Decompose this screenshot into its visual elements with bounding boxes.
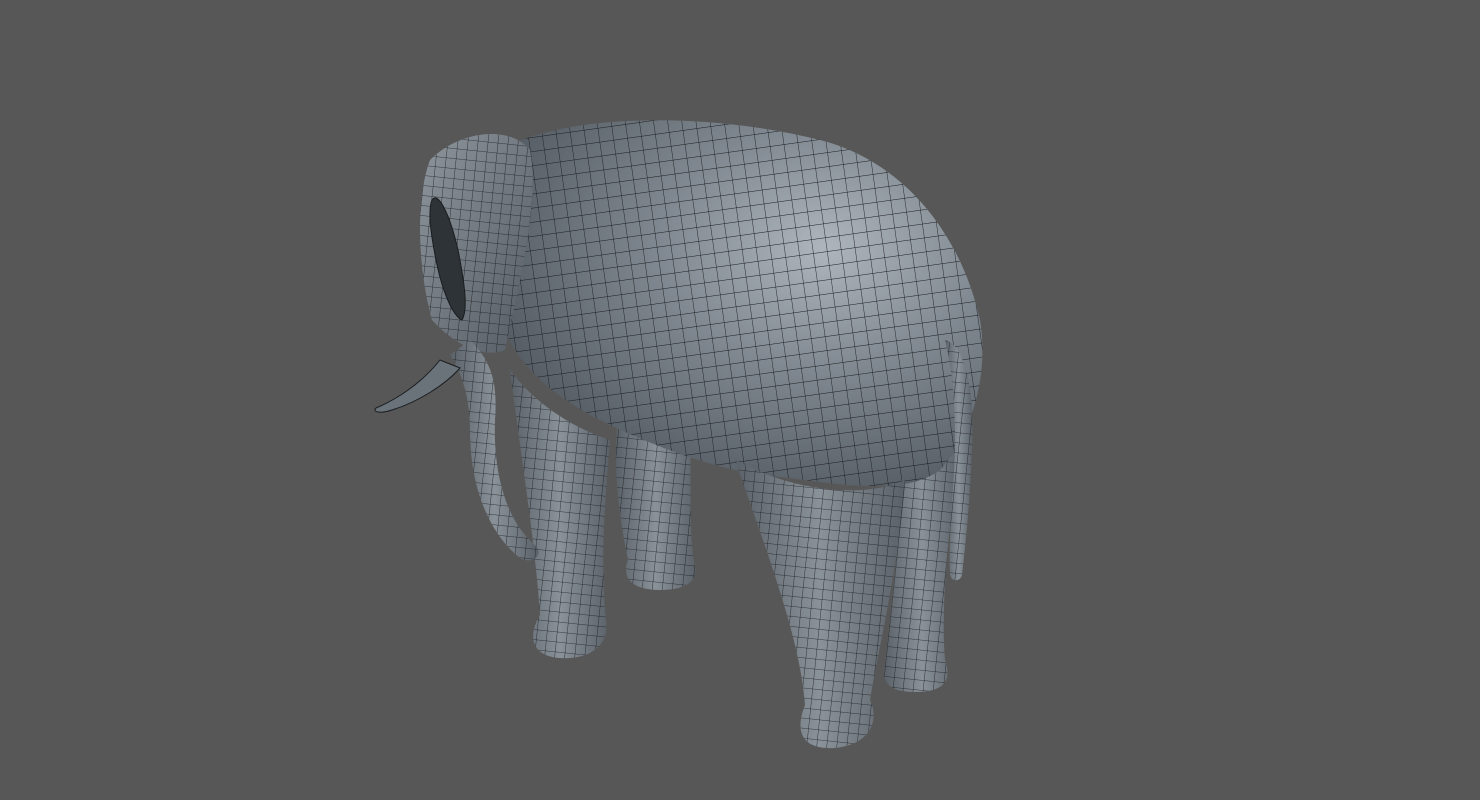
near-hind-leg (735, 460, 905, 749)
elephant-tusk (374, 359, 461, 413)
elephant-model (374, 120, 983, 749)
3d-viewport[interactable] (0, 0, 1480, 800)
